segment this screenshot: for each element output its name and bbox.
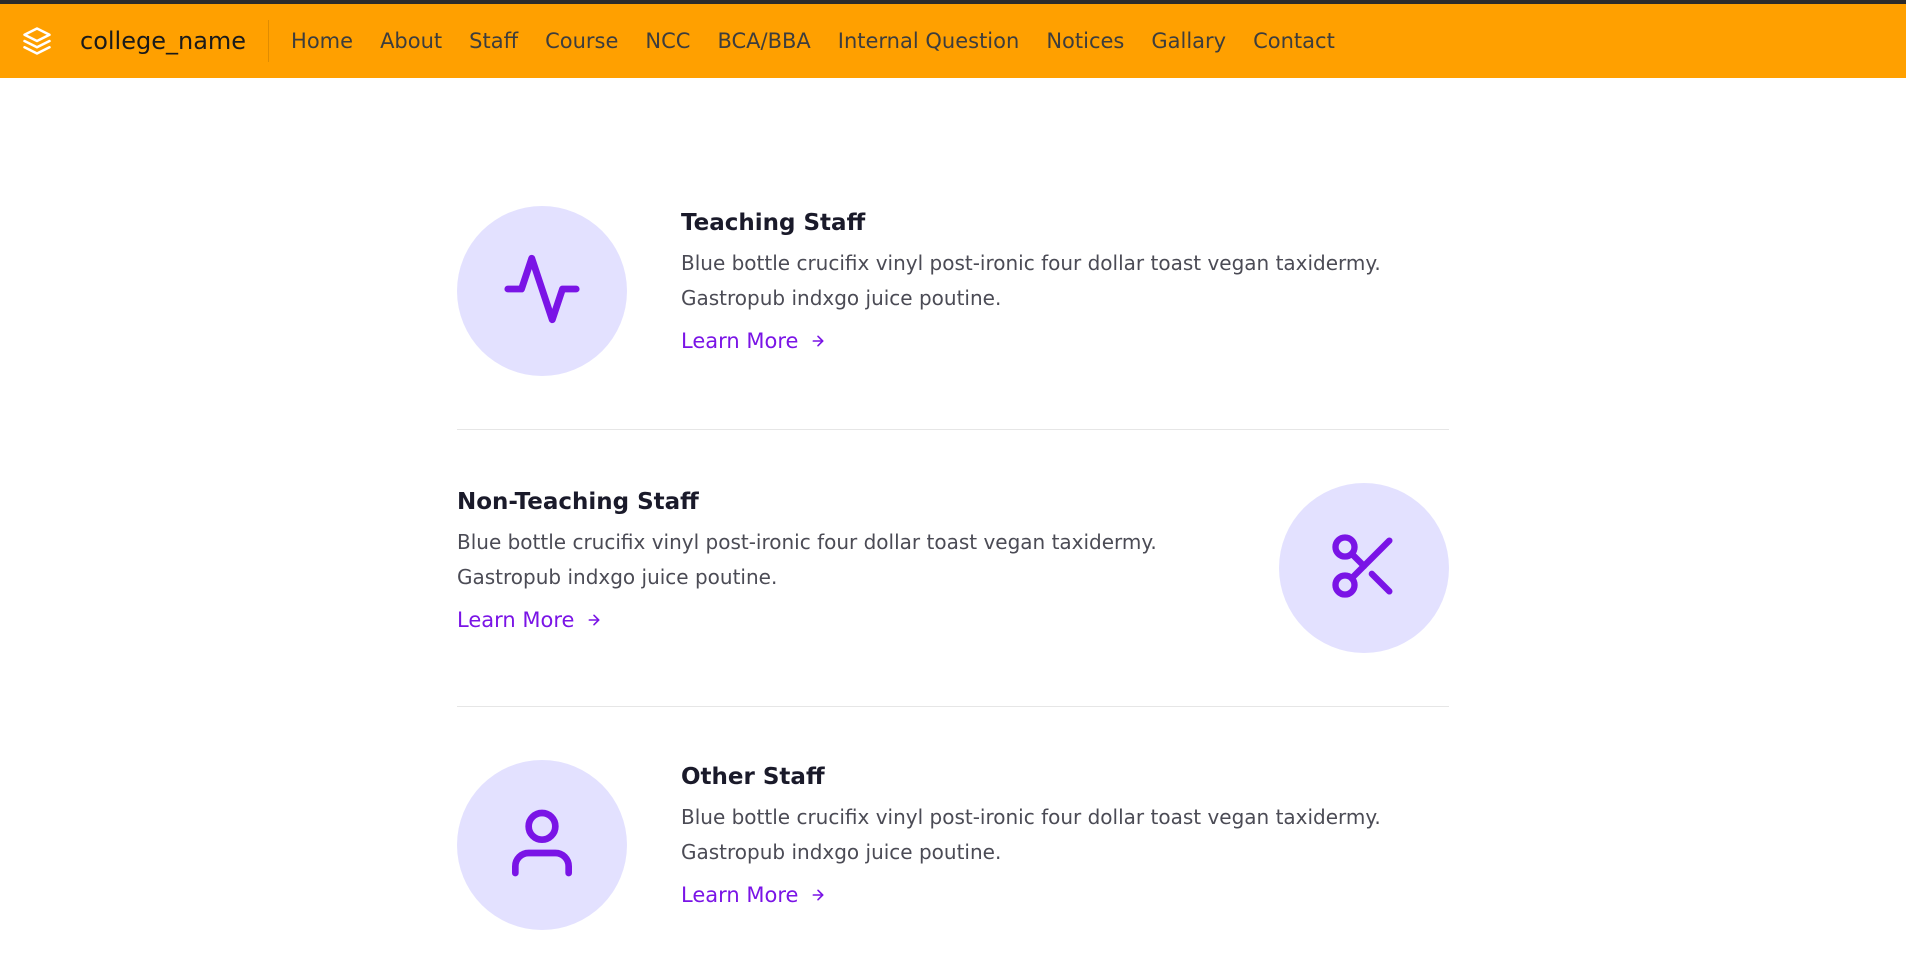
description-line: Blue bottle crucifix vinyl post-ironic f… [681,805,1381,829]
description-line: Gastropub indxgo juice poutine. [681,840,1002,864]
section-description: Blue bottle crucifix vinyl post-ironic f… [681,246,1381,316]
learn-more-link[interactable]: Learn More [681,329,826,353]
divider [457,429,1449,430]
learn-more-label: Learn More [457,608,575,632]
icon-circle [457,206,627,376]
icon-circle [457,760,627,930]
staff-sections: Teaching Staff Blue bottle crucifix viny… [457,206,1449,930]
non-teaching-staff-section: Non-Teaching Staff Blue bottle crucifix … [457,483,1449,653]
teaching-staff-section: Teaching Staff Blue bottle crucifix viny… [457,206,1449,376]
divider [457,706,1449,707]
layers-logo-icon [20,24,54,58]
other-staff-section: Other Staff Blue bottle crucifix vinyl p… [457,760,1449,930]
nav-staff[interactable]: Staff [469,29,518,53]
scissors-icon [1326,528,1402,608]
arrow-right-icon [810,887,826,903]
description-line: Blue bottle crucifix vinyl post-ironic f… [681,251,1381,275]
nav-bca-bba[interactable]: BCA/BBA [717,29,810,53]
description-line: Gastropub indxgo juice poutine. [681,286,1002,310]
arrow-right-icon [586,612,602,628]
section-description: Blue bottle crucifix vinyl post-ironic f… [457,525,1157,595]
section-text: Other Staff Blue bottle crucifix vinyl p… [681,764,1381,907]
learn-more-label: Learn More [681,329,799,353]
section-description: Blue bottle crucifix vinyl post-ironic f… [681,800,1381,870]
description-line: Gastropub indxgo juice poutine. [457,565,778,589]
learn-more-link[interactable]: Learn More [681,883,826,907]
description-line: Blue bottle crucifix vinyl post-ironic f… [457,530,1157,554]
main-nav: Home About Staff Course NCC BCA/BBA Inte… [291,29,1362,53]
learn-more-link[interactable]: Learn More [457,608,602,632]
navbar: college_name Home About Staff Course NCC… [0,4,1906,78]
section-title: Other Staff [681,764,825,790]
learn-more-label: Learn More [681,883,799,907]
section-title: Teaching Staff [681,210,866,236]
brand-name: college_name [80,27,247,55]
nav-gallary[interactable]: Gallary [1151,29,1226,53]
brand-link[interactable]: college_name [20,20,270,62]
user-icon [502,803,582,887]
icon-circle [1279,483,1449,653]
section-text: Non-Teaching Staff Blue bottle crucifix … [457,489,1157,632]
nav-contact[interactable]: Contact [1253,29,1335,53]
nav-notices[interactable]: Notices [1046,29,1124,53]
section-text: Teaching Staff Blue bottle crucifix viny… [681,210,1381,353]
section-title: Non-Teaching Staff [457,489,699,515]
activity-icon [501,248,583,334]
nav-internal-question[interactable]: Internal Question [838,29,1020,53]
nav-about[interactable]: About [380,29,442,53]
arrow-right-icon [810,333,826,349]
nav-course[interactable]: Course [545,29,618,53]
nav-home[interactable]: Home [291,29,353,53]
nav-ncc[interactable]: NCC [645,29,690,53]
